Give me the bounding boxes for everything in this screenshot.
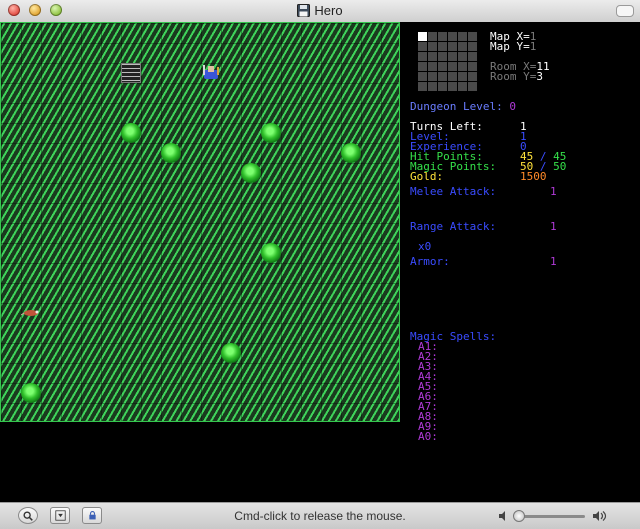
magic-points-max: 50 [553,160,567,173]
armor-value: 1 [550,255,557,268]
rat-icon [21,303,41,323]
room-y-value: 3 [536,70,543,83]
volume-slider[interactable] [513,510,585,522]
minimap-current-cell [418,32,427,41]
dropdown-menu-icon [54,510,66,521]
minimap-cell [428,62,437,71]
minimap-cell [418,52,427,61]
minimap-cell [438,52,447,61]
minimap-cell [448,72,457,81]
minimap-cell [458,32,467,41]
minimap-cell [458,62,467,71]
minimap [418,32,478,92]
minimap-cell [458,42,467,51]
bush-icon [221,343,241,363]
minimap-cell [438,62,447,71]
minimap-cell [448,52,457,61]
minimap-cell [468,62,477,71]
minimap-cell [458,82,467,91]
minimap-cell [428,42,437,51]
bush-icon [261,243,281,263]
ammo-count: x0 [418,240,432,253]
magnifier-icon [23,511,33,521]
range-attack-label: Range Attack: [410,220,497,233]
minimap-cell [468,52,477,61]
minimap-cell [418,72,427,81]
minimap-cell [468,42,477,51]
window-title: Hero [314,3,343,18]
bush-icon [261,123,281,143]
bush-icon [241,163,261,183]
dungeon-level-label: Dungeon Level: [410,100,503,113]
game-screen[interactable]: Map X=1 Map Y=1 Room X=11 Room Y=3 Dunge… [0,22,640,502]
minimap-cell [458,52,467,61]
minimap-cell [428,32,437,41]
volume-slider-knob[interactable] [513,510,525,522]
minimap-cell [418,42,427,51]
minimap-cell [428,82,437,91]
dropdown-button[interactable] [50,507,70,524]
range-attack-value: 1 [550,220,557,233]
zoom-search-button[interactable] [18,507,38,524]
minimap-cell [448,82,457,91]
minimap-cell [468,82,477,91]
dungeon-level-value: 0 [509,100,516,113]
armor-label: Armor: [410,255,450,268]
minimap-cell [468,72,477,81]
melee-attack-label: Melee Attack: [410,185,497,198]
minimap-cell [448,32,457,41]
melee-attack-value: 1 [550,185,557,198]
minimap-cell [458,72,467,81]
gold-value: 1500 [520,170,547,183]
spell-list: A1: A2: A3: A4: A5: A6: A7: A8: A9: A0: [418,341,438,443]
lock-button[interactable] [82,507,102,524]
map-y-value: 1 [529,40,537,53]
volume-low-icon [499,511,505,521]
spell-slot: A0: [418,430,438,443]
minimap-cell [438,32,447,41]
minimap-cell [428,72,437,81]
room-y-label: Room Y= [490,70,537,83]
minimap-cell [438,82,447,91]
minimap-cell [438,72,447,81]
hero-icon [201,63,221,83]
minimap-cell [448,62,457,71]
gold-label: Gold: [410,170,444,183]
window-titlebar[interactable]: Hero [0,0,640,23]
emulator-bottom-bar: Cmd-click to release the mouse. [0,502,640,529]
minimap-cell [468,32,477,41]
window-title-area: Hero [0,3,640,18]
status-message: Cmd-click to release the mouse. [234,509,406,523]
dungeon-map[interactable] [0,22,400,422]
bush-icon [121,123,141,143]
bush-icon [21,383,41,403]
minimap-cell [448,42,457,51]
stairs-down-icon [121,63,141,83]
minimap-cell [438,42,447,51]
toolbar-toggle-button[interactable] [616,5,634,17]
volume-high-icon [593,511,607,521]
floppy-disk-icon [297,4,311,17]
bush-icon [341,143,361,163]
status-panel: Map X=1 Map Y=1 Room X=11 Room Y=3 Dunge… [410,22,640,502]
minimap-cell [418,82,427,91]
minimap-cell [418,62,427,71]
lock-icon [88,511,96,520]
map-y-label: Map Y= [490,40,530,53]
minimap-cell [428,52,437,61]
bush-icon [161,143,181,163]
